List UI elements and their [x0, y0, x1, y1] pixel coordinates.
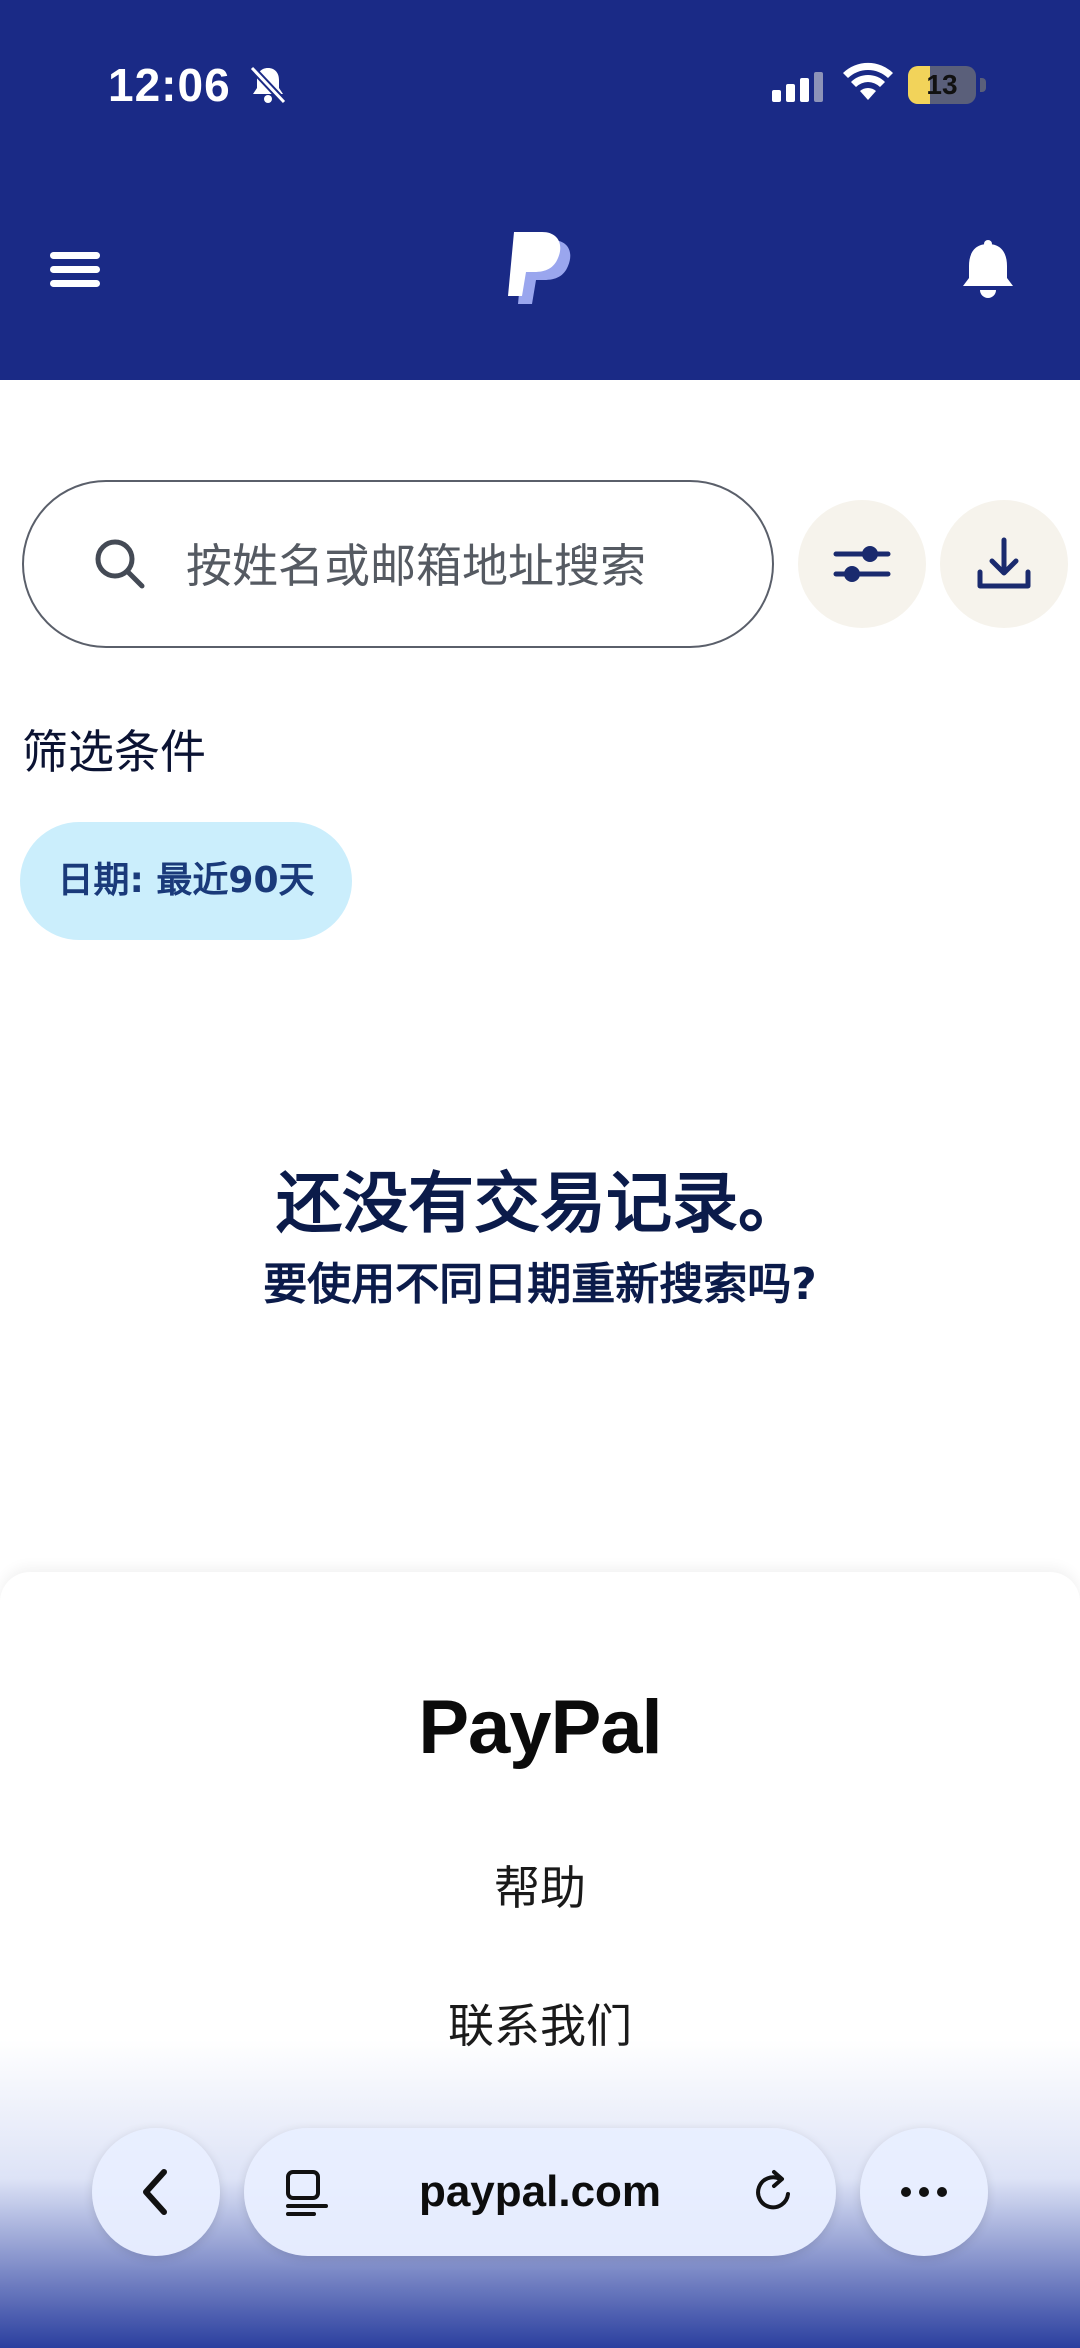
paypal-wordmark[interactable]: PayPal: [0, 1684, 1080, 1771]
silent-mode-icon: [249, 65, 287, 105]
filter-section-title: 筛选条件: [22, 725, 206, 779]
empty-state-title: 还没有交易记录。: [276, 1165, 804, 1242]
more-dots-icon: [901, 2187, 947, 2197]
sliders-icon: [833, 546, 891, 582]
back-button[interactable]: [92, 2128, 220, 2256]
status-time: 12:06: [108, 59, 231, 111]
cellular-signal-icon: [772, 72, 823, 102]
search-icon: [95, 539, 145, 589]
search-field[interactable]: [22, 480, 774, 648]
address-bar[interactable]: paypal.com: [244, 2128, 836, 2256]
battery-tip: [980, 78, 986, 92]
app-header: 12:06 13: [0, 0, 1080, 380]
wifi-icon: [843, 62, 893, 100]
date-filter-chip[interactable]: 日期: 最近90天: [20, 822, 352, 940]
chevron-left-icon: [143, 2169, 167, 2215]
reload-icon[interactable]: [750, 2168, 798, 2216]
battery-level: 13: [926, 69, 958, 100]
search-input[interactable]: [184, 522, 748, 610]
battery-indicator: 13: [908, 66, 976, 104]
download-icon: [977, 537, 1031, 589]
paypal-p-logo[interactable]: [506, 228, 580, 314]
filter-button[interactable]: [798, 500, 926, 628]
url-text[interactable]: paypal.com: [244, 2128, 836, 2256]
download-button[interactable]: [940, 500, 1068, 628]
hamburger-menu-icon[interactable]: [48, 248, 104, 292]
notification-bell-icon[interactable]: [960, 238, 1016, 300]
help-link[interactable]: 帮助: [0, 1852, 1080, 1918]
more-options-button[interactable]: [860, 2128, 988, 2256]
empty-state-subtitle: 要使用不同日期重新搜索吗?: [263, 1259, 817, 1310]
